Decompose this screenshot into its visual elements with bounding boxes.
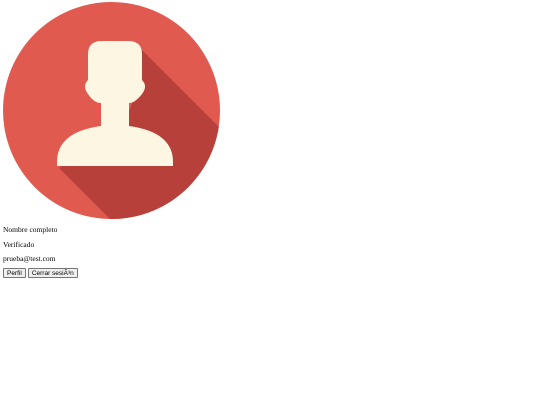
- profile-actions: Perfil Cerrar sesiÃ³n: [3, 268, 78, 278]
- email-address: prueba@test.com: [3, 254, 56, 263]
- verified-status: Verificado: [3, 240, 35, 249]
- user-avatar-icon: [3, 2, 220, 219]
- full-name-label: Nombre completo: [3, 225, 58, 234]
- profile-button[interactable]: Perfil: [3, 268, 26, 278]
- logout-button[interactable]: Cerrar sesiÃ³n: [27, 268, 78, 278]
